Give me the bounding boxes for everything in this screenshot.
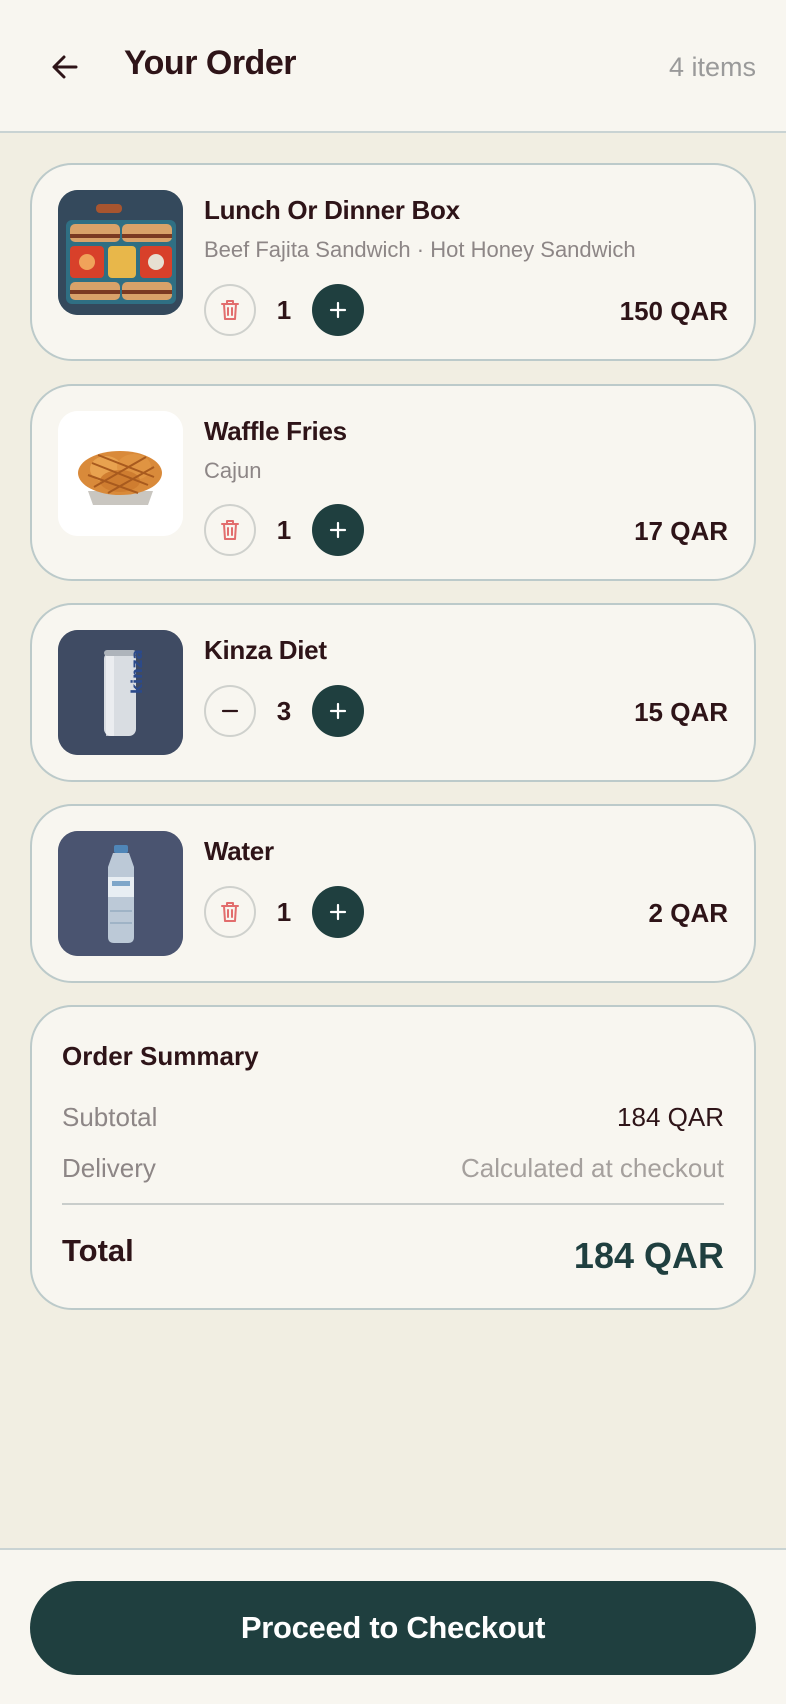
item-price: 17 QAR bbox=[634, 516, 728, 546]
order-summary-card: Order Summary Subtotal 184 QAR Delivery … bbox=[30, 1005, 756, 1310]
cart-item-card: Lunch Or Dinner Box Beef Fajita Sandwich… bbox=[30, 163, 756, 361]
item-count: 4 items bbox=[668, 52, 756, 82]
arrow-left-icon bbox=[52, 55, 78, 79]
lunch-box-image bbox=[58, 190, 183, 315]
quantity-value: 3 bbox=[276, 695, 292, 726]
increase-quantity-button[interactable] bbox=[312, 504, 364, 556]
quantity-stepper: 1 bbox=[204, 504, 364, 556]
header: Your Order 4 items bbox=[0, 0, 786, 133]
trash-icon bbox=[221, 902, 239, 922]
plus-icon bbox=[329, 903, 347, 921]
total-label: Total bbox=[62, 1233, 134, 1268]
item-name: Kinza Diet bbox=[204, 635, 327, 665]
quantity-stepper: 3 bbox=[204, 685, 364, 737]
remove-item-button[interactable] bbox=[204, 284, 256, 336]
trash-icon bbox=[221, 300, 239, 320]
item-description: Beef Fajita Sandwich · Hot Honey Sandwic… bbox=[204, 237, 636, 262]
total-value: 184 QAR bbox=[573, 1235, 724, 1276]
item-price: 15 QAR bbox=[634, 697, 728, 727]
remove-item-button[interactable] bbox=[204, 504, 256, 556]
trash-icon bbox=[221, 520, 239, 540]
cart-item-card: Waffle Fries Cajun 1 17 QAR bbox=[30, 384, 756, 581]
summary-divider bbox=[62, 1203, 724, 1205]
svg-text:kinza: kinza bbox=[128, 649, 146, 694]
decrease-quantity-button[interactable] bbox=[204, 685, 256, 737]
quantity-value: 1 bbox=[276, 896, 292, 927]
item-name: Waffle Fries bbox=[204, 416, 347, 446]
minus-icon bbox=[221, 709, 239, 713]
plus-icon bbox=[329, 301, 347, 319]
item-price: 150 QAR bbox=[619, 296, 728, 326]
quantity-stepper: 1 bbox=[204, 284, 364, 336]
subtotal-label: Subtotal bbox=[62, 1102, 158, 1132]
quantity-stepper: 1 bbox=[204, 886, 364, 938]
water-image bbox=[58, 831, 183, 956]
summary-title: Order Summary bbox=[62, 1041, 259, 1071]
increase-quantity-button[interactable] bbox=[312, 685, 364, 737]
cart-item-card: Water 1 2 QAR bbox=[30, 804, 756, 983]
quantity-value: 1 bbox=[276, 514, 292, 545]
quantity-value: 1 bbox=[276, 294, 292, 325]
item-price: 2 QAR bbox=[648, 898, 728, 928]
plus-icon bbox=[329, 521, 347, 539]
subtotal-value: 184 QAR bbox=[617, 1102, 724, 1132]
increase-quantity-button[interactable] bbox=[312, 284, 364, 336]
checkout-button[interactable]: Proceed to Checkout bbox=[30, 1581, 756, 1675]
page-title: Your Order bbox=[124, 44, 296, 82]
delivery-value: Calculated at checkout bbox=[460, 1153, 724, 1183]
item-name: Lunch Or Dinner Box bbox=[204, 195, 460, 225]
increase-quantity-button[interactable] bbox=[312, 886, 364, 938]
back-button[interactable] bbox=[42, 44, 88, 90]
cart-item-card: kinza Kinza Diet 3 15 QAR bbox=[30, 603, 756, 782]
delivery-label: Delivery bbox=[62, 1153, 156, 1183]
kinza-diet-image: kinza bbox=[58, 630, 183, 755]
plus-icon bbox=[329, 702, 347, 720]
footer: Proceed to Checkout bbox=[0, 1548, 786, 1704]
remove-item-button[interactable] bbox=[204, 886, 256, 938]
item-description: Cajun bbox=[204, 458, 262, 483]
waffle-fries-image bbox=[58, 411, 183, 536]
item-name: Water bbox=[204, 836, 274, 866]
